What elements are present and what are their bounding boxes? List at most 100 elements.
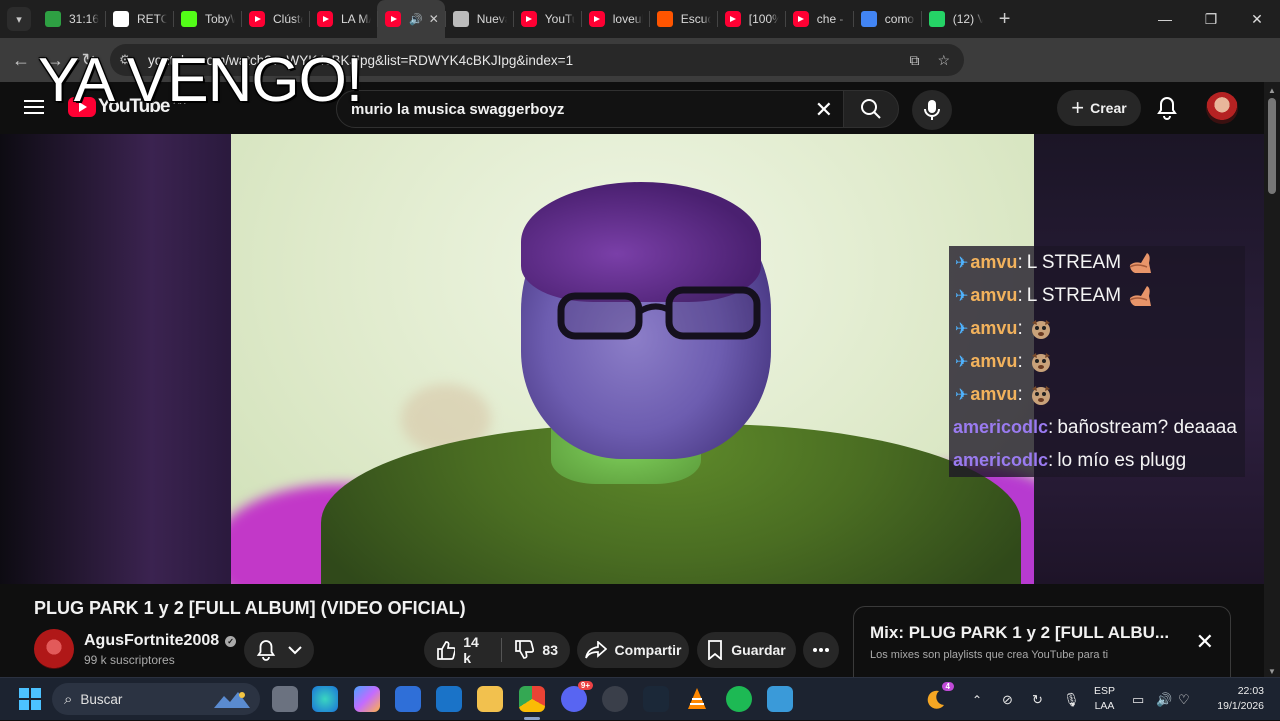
taskbar-search[interactable]: ⌕ Buscar (52, 683, 260, 715)
obs-icon[interactable] (602, 686, 628, 712)
tray-sync-icon[interactable]: ↻ (1032, 678, 1043, 721)
chat-username: americodlc (953, 450, 1049, 470)
browser-tab[interactable]: TobyW (173, 0, 241, 38)
subscription-notifications-button[interactable] (244, 632, 314, 668)
search-query-text: murio la musica swaggerboyz (351, 100, 565, 118)
chat-message-text: L STREAM (1026, 284, 1122, 306)
bell-icon (256, 640, 276, 661)
edge-icon[interactable] (312, 686, 338, 712)
restore-button[interactable]: ❐ (1188, 0, 1234, 38)
copilot-icon[interactable] (354, 686, 380, 712)
browser-tab[interactable]: [100% (716, 0, 785, 38)
tray-volume-icon[interactable]: 🔊 (1156, 678, 1172, 721)
stream-chat-overlay: ✈ amvu: L STREAM ✈ amvu: L STREAM ✈ amvu: ✈ amvu:… (949, 246, 1245, 477)
channel-name-link[interactable]: AgusFortnite2008 ✓ (84, 632, 237, 650)
taskbar-clock[interactable]: 22:03 19/1/2026 (1208, 684, 1264, 714)
install-app-icon[interactable]: ⧉ (909, 52, 919, 69)
chat-message-text: bañostream? deaaaa (1057, 416, 1237, 438)
browser-tab[interactable]: Escuc (648, 0, 717, 38)
search-highlight-icon (214, 692, 250, 708)
stream-overlay-text: YA VENGO! (38, 46, 363, 115)
scrollbar-thumb[interactable] (1268, 98, 1276, 194)
language-indicator[interactable]: ESP LAA (1094, 684, 1115, 714)
back-button[interactable]: ← (4, 43, 38, 77)
tab-title: como (884, 12, 915, 26)
like-count: 14 k (463, 634, 479, 666)
tray-mic-icon[interactable]: 🎙 (1063, 678, 1080, 721)
voice-search-button[interactable] (912, 90, 952, 130)
share-label: Compartir (614, 642, 682, 658)
more-actions-button[interactable] (803, 632, 839, 668)
tab-search-button[interactable]: ▾ (7, 7, 31, 31)
browser-tab[interactable]: como (852, 0, 921, 38)
browser-tab[interactable]: 31:16 (37, 0, 105, 38)
search-button[interactable] (843, 90, 899, 128)
browser-tab[interactable]: YouTu (512, 0, 581, 38)
chat-username: amvu (970, 351, 1018, 371)
clear-search-icon[interactable]: ✕ (815, 97, 833, 123)
bookmark-star-icon[interactable]: ☆ (937, 52, 950, 69)
browser-tab[interactable]: loveul (580, 0, 649, 38)
chat-message: ✈ amvu: (949, 345, 1245, 378)
tray-chevron-icon[interactable]: ⌃ (972, 678, 982, 721)
browser-tab[interactable]: LA MA (309, 0, 377, 38)
discord-icon[interactable]: 9+ (561, 681, 593, 712)
microsoft-store-icon[interactable] (395, 686, 421, 712)
tab-title: loveul (612, 12, 643, 26)
youtube-icon (317, 11, 333, 27)
task-view-icon[interactable] (272, 686, 298, 712)
share-button[interactable]: Compartir (577, 632, 689, 668)
minimize-button[interactable]: — (1142, 0, 1188, 38)
google-icon (860, 11, 877, 27)
new-tab-button[interactable]: + (999, 8, 1011, 31)
subscriber-count: 99 k suscriptores (84, 653, 175, 667)
weather-icon[interactable]: 4 (922, 682, 954, 712)
video-player[interactable] (231, 134, 1034, 584)
spotify-icon[interactable] (726, 686, 752, 712)
tab-title: che - (816, 12, 844, 26)
photos-icon[interactable] (767, 686, 793, 712)
browser-tab[interactable]: Clúste (241, 0, 309, 38)
channel-avatar[interactable] (34, 629, 74, 669)
steam-icon[interactable] (643, 686, 669, 712)
tray-vpn-icon[interactable]: ♡ (1178, 678, 1190, 721)
tab-title: TobyW (205, 12, 235, 26)
windows-start-icon[interactable] (19, 688, 41, 710)
search-input[interactable]: murio la musica swaggerboyz ✕ (336, 90, 844, 128)
youtube-icon (792, 11, 809, 27)
tray-display-icon[interactable]: ▭ (1132, 678, 1144, 721)
browser-tab[interactable]: 🔊 ✕ (377, 0, 445, 38)
browser-tab[interactable]: Nueva (444, 0, 513, 38)
dog-emote (1029, 350, 1053, 374)
browser-tab[interactable]: (12) V (920, 0, 989, 38)
account-avatar[interactable] (1206, 92, 1238, 124)
browser-tab[interactable]: che - (784, 0, 853, 38)
notifications-bell-icon[interactable] (1156, 96, 1178, 125)
dislike-button[interactable]: 83 (502, 632, 570, 668)
scroll-up-icon[interactable]: ▲ (1268, 86, 1276, 95)
browser-tab[interactable]: RETOS (105, 0, 173, 38)
video-glasses (557, 286, 761, 340)
chat-message: americodlc: lo mío es plugg (949, 444, 1245, 477)
vlc-icon[interactable] (684, 686, 710, 712)
tab-title: LA MA (341, 12, 371, 26)
save-label: Guardar (731, 642, 786, 658)
save-button[interactable]: Guardar (697, 632, 796, 668)
page-scrollbar[interactable]: ▲ ▼ (1264, 82, 1280, 678)
share-icon (584, 641, 607, 659)
like-button[interactable]: 14 k (424, 632, 501, 668)
create-button[interactable]: + Crear (1057, 90, 1141, 126)
close-tab-icon[interactable]: ✕ (429, 12, 439, 26)
channel-name: AgusFortnite2008 (84, 632, 220, 649)
tab-audio-icon[interactable]: 🔊 (409, 13, 423, 26)
close-mix-icon[interactable]: ✕ (1196, 629, 1214, 655)
chrome-icon[interactable] (519, 686, 545, 712)
taskbar-search-label: Buscar (80, 691, 123, 707)
search-icon (861, 99, 881, 119)
file-explorer-icon[interactable] (477, 686, 503, 712)
grid-icon (113, 11, 129, 27)
outlook-icon[interactable] (436, 686, 462, 712)
close-window-button[interactable]: ✕ (1234, 0, 1280, 38)
scroll-down-icon[interactable]: ▼ (1268, 667, 1276, 676)
tray-network-off-icon[interactable]: ⊘ (1002, 678, 1013, 721)
